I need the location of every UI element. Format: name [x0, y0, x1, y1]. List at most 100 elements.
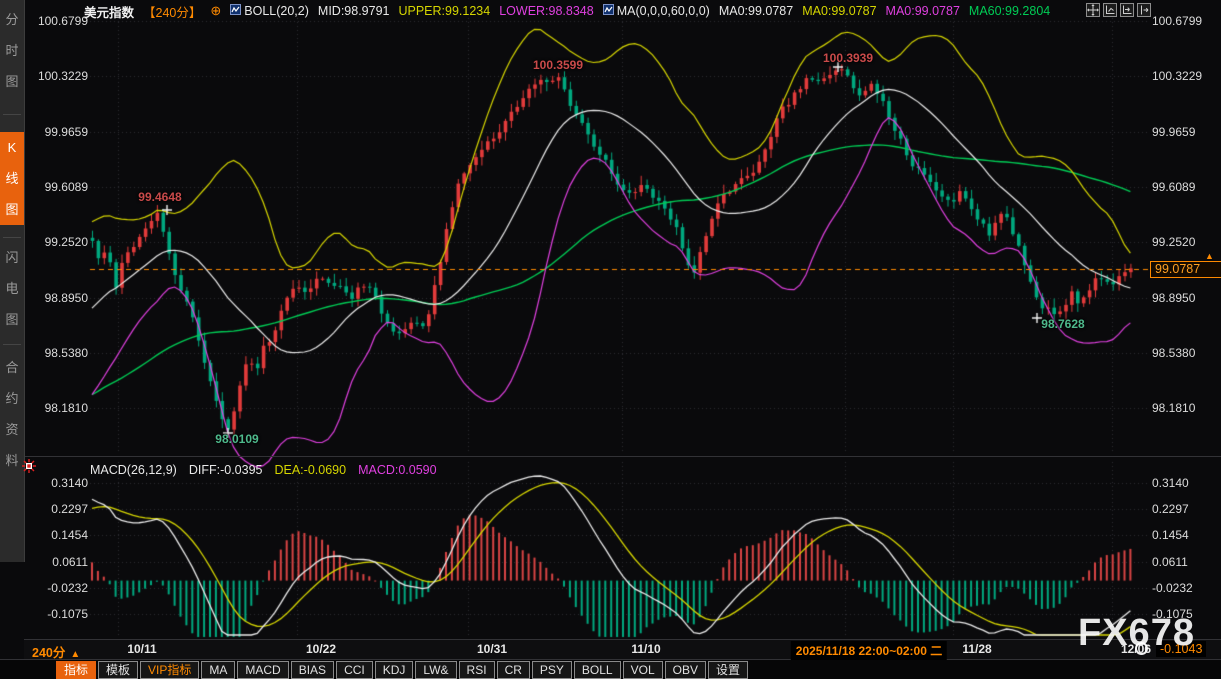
toolbar-button-5[interactable]: MACD — [237, 661, 288, 679]
trading-app-window: 分时图K线图闪电图合约资料 美元指数 【240分】 ⊕ BOLL(20,2)MI… — [0, 0, 1221, 679]
x-axis-date-label: 10/11 — [127, 642, 156, 656]
mini-chart-icon[interactable] — [603, 4, 614, 18]
corner-value-tag: -0.1043 — [1156, 641, 1206, 657]
indicator-value-9: MA60:99.2804 — [969, 4, 1050, 18]
price-axis-label-right: 100.6799 — [1152, 13, 1218, 29]
timeframe-label[interactable]: 240分▲ — [32, 642, 80, 661]
price-axis-label-left: 98.8950 — [26, 290, 88, 306]
price-axis-label-left: 99.9659 — [26, 124, 88, 140]
macd-value-1: MACD(26,12,9) — [90, 463, 177, 477]
toolbar-button-8[interactable]: KDJ — [375, 661, 414, 679]
indicator-values: BOLL(20,2) MID:98.9791 UPPER:99.1234 LOWER:… — [230, 4, 1050, 18]
toolbar-button-10[interactable]: RSI — [459, 661, 495, 679]
x-axis-date-label: 10/22 — [306, 642, 336, 656]
x-axis-date-label: 10/31 — [477, 642, 507, 656]
toolbar-button-2[interactable]: 模板 — [98, 661, 138, 679]
axis-forward-icon[interactable] — [1120, 3, 1134, 17]
macd-axis-label-left: -0.0232 — [26, 580, 88, 596]
price-axis-label-right: 99.9659 — [1152, 124, 1218, 140]
last-price-tag: 99.0787 — [1150, 261, 1221, 278]
price-annotation: 100.3939 — [823, 51, 873, 65]
timeline-row: 240分▲ 2025/11/18 22:00~02:00 二 10/11 10/2… — [24, 640, 1221, 659]
price-annotation: 98.7628 — [1041, 317, 1084, 331]
sidebar-tab-char: K — [0, 132, 24, 163]
pan-icon[interactable] — [1086, 3, 1100, 17]
sidebar-tab-char: 图 — [0, 66, 24, 97]
macd-value-3: DEA:-0.0690 — [274, 463, 346, 477]
toolbar-button-15[interactable]: OBV — [665, 661, 706, 679]
macd-axis-label-right: -0.0232 — [1152, 580, 1218, 596]
price-annotation: 98.0109 — [215, 432, 258, 446]
macd-value-2: DIFF:-0.0395 — [189, 463, 263, 477]
price-axis-label-right: 99.6089 — [1152, 179, 1218, 195]
toolbar-button-4[interactable]: MA — [201, 661, 235, 679]
price-axis-label-right: 99.2520 — [1152, 234, 1218, 250]
toolbar-button-1[interactable]: 指标 — [56, 661, 96, 679]
sidebar-separator — [3, 114, 21, 115]
indicator-value-7: MA0:99.0787 — [802, 4, 876, 18]
price-axis-label-left: 99.6089 — [26, 179, 88, 195]
macd-axis-label-right: 0.0611 — [1152, 554, 1218, 570]
price-axis-label-right: 98.1810 — [1152, 400, 1218, 416]
x-axis-date-label: 11/10 — [631, 642, 660, 656]
sidebar-tab-char: 图 — [0, 194, 24, 225]
price-arrow-icon: ▲ — [1205, 251, 1214, 261]
toolbar-button-13[interactable]: BOLL — [574, 661, 621, 679]
axis-zoom-icon[interactable] — [1103, 3, 1117, 17]
indicator-alert-icon[interactable] — [21, 458, 37, 479]
macd-axis-label-right: 0.1454 — [1152, 527, 1218, 543]
crosshair-date-label: 2025/11/18 22:00~02:00 二 — [791, 641, 947, 660]
macd-axis-label-left: -0.1075 — [26, 606, 88, 622]
sidebar-tab-2[interactable]: K线图 — [0, 132, 24, 225]
sidebar-tab-char: 分 — [0, 4, 24, 35]
price-axis-label-left: 100.6799 — [26, 13, 88, 29]
sidebar-tab-char: 闪 — [0, 242, 24, 273]
macd-value-4: MACD:0.0590 — [358, 463, 437, 477]
chart-tool-icons — [1086, 3, 1151, 17]
indicator-value-4: LOWER:98.8348 — [499, 4, 594, 18]
macd-axis-label-left: 0.2297 — [26, 501, 88, 517]
sidebar-tab-char: 电 — [0, 273, 24, 304]
macd-axis-label-right: 0.3140 — [1152, 475, 1218, 491]
x-axis-date-label: 12/06 — [1121, 642, 1151, 656]
macd-axis-label-left: 0.0611 — [26, 554, 88, 570]
indicator-value-text: BOLL(20,2) — [244, 4, 309, 18]
kline-chart-canvas[interactable] — [0, 0, 1221, 679]
sidebar-tab-char: 资 — [0, 414, 24, 445]
indicator-value-3: UPPER:99.1234 — [398, 4, 490, 18]
pane-divider — [24, 456, 1221, 457]
x-axis-date-label: 11/28 — [962, 642, 991, 656]
price-axis-label-left: 98.5380 — [26, 345, 88, 361]
sidebar-tab-char: 图 — [0, 304, 24, 335]
toolbar-button-6[interactable]: BIAS — [291, 661, 334, 679]
toolbar-button-14[interactable]: VOL — [623, 661, 663, 679]
toolbar-button-12[interactable]: PSY — [532, 661, 572, 679]
macd-axis-label-right: 0.2297 — [1152, 501, 1218, 517]
indicator-value-text: MA(0,0,0,60,0,0) — [617, 4, 710, 18]
toolbar-button-11[interactable]: CR — [497, 661, 530, 679]
toolbar-button-3[interactable]: VIP指标 — [140, 661, 199, 679]
mini-chart-icon[interactable] — [230, 4, 241, 18]
toolbar-button-16[interactable]: 设置 — [708, 661, 748, 679]
macd-header: MACD(26,12,9) DIFF:-0.0395 DEA:-0.0690 MACD… — [90, 462, 437, 478]
sidebar-tab-char: 线 — [0, 163, 24, 194]
indicator-value-6: MA0:99.0787 — [719, 4, 793, 18]
timeframe-text: 240分 — [32, 646, 65, 660]
indicator-value-1: BOLL(20,2) — [230, 4, 309, 18]
sidebar-tab-1[interactable]: 分时图 — [0, 4, 24, 97]
indicator-value-2: MID:98.9791 — [318, 4, 390, 18]
period-badge: 【240分】 — [143, 2, 201, 21]
bottom-toolbar: 指标模板VIP指标MAMACDBIASCCIKDJLW&RSICRPSYBOLL… — [0, 660, 1221, 679]
add-indicator-icon[interactable]: ⊕ — [210, 3, 221, 19]
sidebar-tab-char: 约 — [0, 383, 24, 414]
price-axis-label-left: 100.3229 — [26, 68, 88, 84]
sidebar-tab-char: 时 — [0, 35, 24, 66]
macd-axis-label-right: -0.1075 — [1152, 606, 1218, 622]
panel-shift-icon[interactable] — [1137, 3, 1151, 17]
price-annotation: 99.4648 — [138, 190, 181, 204]
toolbar-button-9[interactable]: LW& — [415, 661, 456, 679]
sidebar-tab-3[interactable]: 闪电图 — [0, 242, 24, 335]
indicator-value-5: MA(0,0,0,60,0,0) — [603, 4, 710, 18]
price-axis-label-right: 98.5380 — [1152, 345, 1218, 361]
toolbar-button-7[interactable]: CCI — [336, 661, 373, 679]
